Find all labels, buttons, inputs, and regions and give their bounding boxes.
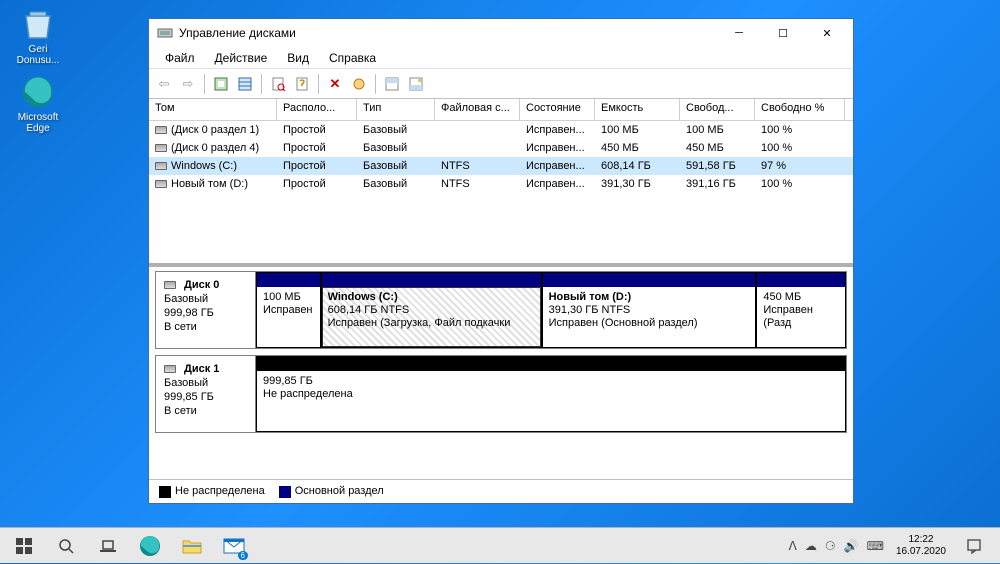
col-status[interactable]: Состояние	[520, 99, 595, 120]
col-layout[interactable]: Располо...	[277, 99, 357, 120]
edge-label: Microsoft Edge	[18, 112, 59, 134]
disk-info[interactable]: Диск 1Базовый999,85 ГБВ сети	[156, 356, 256, 432]
mail-button[interactable]: 6	[214, 528, 254, 564]
toolbar: ⇦ ⇨ ✕	[149, 69, 853, 99]
col-filesystem[interactable]: Файловая с...	[435, 99, 520, 120]
volume-row[interactable]: (Диск 0 раздел 1)ПростойБазовыйИсправен.…	[149, 121, 853, 139]
window-title: Управление дисками	[179, 26, 717, 40]
tray-network-icon[interactable]: ⚆	[825, 539, 836, 553]
menu-file[interactable]: Файл	[155, 49, 205, 67]
disk-row: Диск 0Базовый999,98 ГБВ сети100 МБИсправ…	[155, 271, 847, 349]
legend: Не распределена Основной раздел	[149, 479, 853, 503]
menu-view[interactable]: Вид	[277, 49, 319, 67]
menu-action[interactable]: Действие	[205, 49, 278, 67]
partition[interactable]: 450 МБИсправен (Разд	[756, 272, 846, 348]
separator	[318, 74, 319, 94]
clock-time: 12:22	[896, 534, 946, 546]
maximize-button[interactable]: ☐	[761, 19, 805, 47]
disk-row: Диск 1Базовый999,85 ГБВ сети999,85 ГБНе …	[155, 355, 847, 433]
edge-taskbar-button[interactable]	[130, 528, 170, 564]
clock[interactable]: 12:22 16.07.2020	[890, 534, 952, 558]
taskbar: 6 ᐱ ☁ ⚆ 🔊 ⌨ 12:22 16.07.2020	[0, 527, 1000, 563]
layout-bottom-button[interactable]	[405, 73, 427, 95]
volume-row[interactable]: Новый том (D:)ПростойБазовыйNTFSИсправен…	[149, 175, 853, 193]
forward-button: ⇨	[177, 73, 199, 95]
search-button[interactable]	[46, 528, 86, 564]
disk-management-window: Управление дисками ─ ☐ ✕ Файл Действие В…	[148, 18, 854, 504]
menubar: Файл Действие Вид Справка	[149, 47, 853, 69]
action-center-button[interactable]	[958, 528, 990, 564]
legend-primary: Основной раздел	[279, 485, 384, 497]
col-volume[interactable]: Том	[149, 99, 277, 120]
titlebar[interactable]: Управление дисками ─ ☐ ✕	[149, 19, 853, 47]
volume-row[interactable]: (Диск 0 раздел 4)ПростойБазовыйИсправен.…	[149, 139, 853, 157]
start-button[interactable]	[4, 528, 44, 564]
file-explorer-button[interactable]	[172, 528, 212, 564]
properties-button[interactable]	[267, 73, 289, 95]
edge-browser-icon[interactable]: Microsoft Edge	[8, 74, 68, 134]
volume-row[interactable]: Windows (C:)ПростойБазовыйNTFSИсправен..…	[149, 157, 853, 175]
minimize-button[interactable]: ─	[717, 19, 761, 47]
layout-top-button[interactable]	[381, 73, 403, 95]
partition[interactable]: Windows (C:)608,14 ГБ NTFSИсправен (Загр…	[321, 272, 542, 348]
tray-volume-icon[interactable]: 🔊	[844, 539, 859, 553]
col-type[interactable]: Тип	[357, 99, 435, 120]
edge-glyph	[20, 74, 56, 110]
legend-unallocated: Не распределена	[159, 485, 265, 497]
delete-button[interactable]: ✕	[324, 73, 346, 95]
tray-chevron-icon[interactable]: ᐱ	[789, 539, 797, 553]
separator	[204, 74, 205, 94]
col-capacity[interactable]: Емкость	[595, 99, 680, 120]
partition[interactable]: 999,85 ГБНе распределена	[256, 356, 846, 432]
refresh-button[interactable]	[210, 73, 232, 95]
col-free-pct[interactable]: Свободно %	[755, 99, 845, 120]
disk-info[interactable]: Диск 0Базовый999,98 ГБВ сети	[156, 272, 256, 348]
mail-badge: 6	[238, 551, 248, 560]
partition[interactable]: 100 МБИсправен	[256, 272, 321, 348]
back-button: ⇦	[153, 73, 175, 95]
recycle-bin-icon[interactable]: Geri Donusu...	[8, 6, 68, 66]
col-free[interactable]: Свобод...	[680, 99, 755, 120]
tray-onedrive-icon[interactable]: ☁	[805, 539, 817, 553]
volume-list[interactable]: Том Располо... Тип Файловая с... Состоян…	[149, 99, 853, 267]
separator	[261, 74, 262, 94]
app-icon	[157, 25, 173, 41]
close-button[interactable]: ✕	[805, 19, 849, 47]
recycle-bin-label: Geri Donusu...	[17, 44, 60, 66]
menu-help[interactable]: Справка	[319, 49, 386, 67]
help-toolbar-button[interactable]	[291, 73, 313, 95]
task-view-button[interactable]	[88, 528, 128, 564]
list-view-button[interactable]	[234, 73, 256, 95]
separator	[375, 74, 376, 94]
partition[interactable]: Новый том (D:)391,30 ГБ NTFSИсправен (Ос…	[542, 272, 757, 348]
graphical-view[interactable]: Диск 0Базовый999,98 ГБВ сети100 МБИсправ…	[149, 267, 853, 479]
tray-language-icon[interactable]: ⌨	[867, 539, 884, 553]
recycle-bin-glyph	[20, 6, 56, 42]
settings-button[interactable]	[348, 73, 370, 95]
clock-date: 16.07.2020	[896, 546, 946, 558]
volume-list-header: Том Располо... Тип Файловая с... Состоян…	[149, 99, 853, 121]
